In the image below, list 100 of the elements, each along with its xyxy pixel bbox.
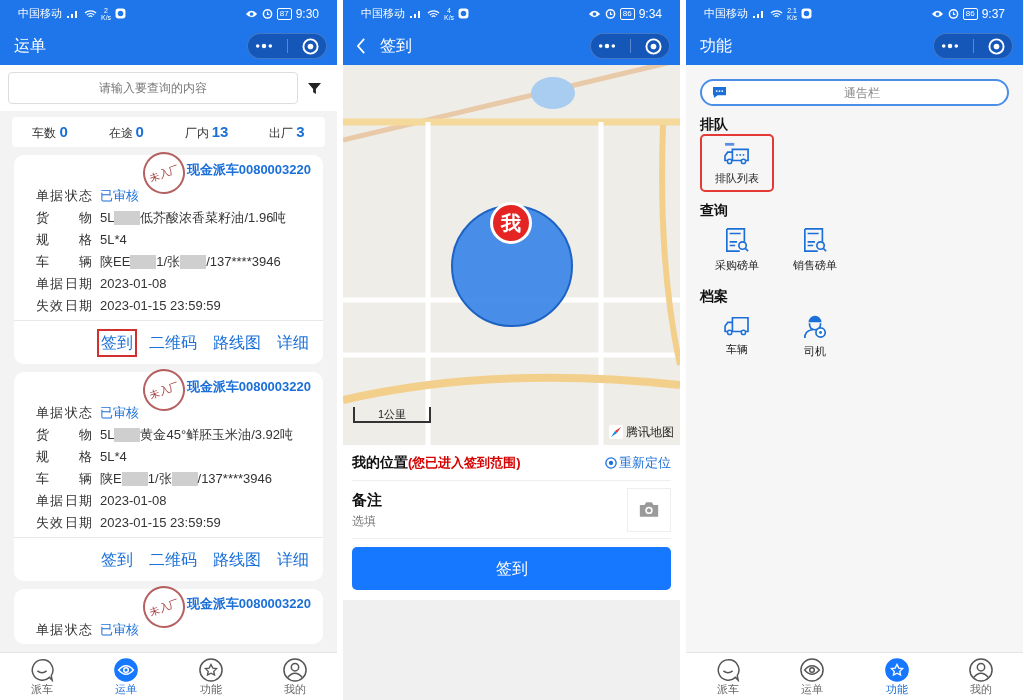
eye-icon — [244, 8, 258, 19]
signal-icon — [66, 8, 80, 19]
driver-icon — [802, 313, 828, 339]
remark-placeholder[interactable]: 选填 — [352, 511, 382, 530]
function-item[interactable]: 车辆 — [700, 306, 774, 364]
redacted-block — [114, 211, 141, 225]
tab-item[interactable]: 功能 — [854, 653, 939, 700]
signal-icon — [752, 8, 766, 19]
checkin-button[interactable]: 签到 — [352, 547, 671, 590]
chat-bubble-icon — [716, 657, 741, 682]
status-time: 9:37 — [981, 5, 1005, 23]
tab-item[interactable]: 我的 — [252, 653, 337, 700]
field-value: 2023-01-08 — [100, 275, 167, 294]
field-label: 单据状态 — [36, 621, 92, 640]
field-value: 已审核 — [100, 621, 139, 640]
map-drawing[interactable] — [343, 65, 680, 445]
close-icon[interactable] — [302, 37, 319, 55]
field-value: 2023-01-08 — [100, 492, 167, 511]
app-icon — [801, 8, 813, 19]
card-action-link[interactable]: 路线图 — [209, 545, 265, 574]
tab-item[interactable]: 我的 — [938, 653, 1023, 700]
section-title: 档案 — [700, 288, 729, 304]
field-value: 2023-01-15 23:59:59 — [100, 514, 221, 533]
relocate-button[interactable]: 重新定位 — [605, 452, 671, 473]
notice-bar[interactable]: 通告栏 — [700, 79, 1009, 106]
range-status: (您已进入签到范围) — [408, 453, 521, 472]
more-icon[interactable] — [598, 43, 616, 49]
back-icon[interactable] — [357, 38, 366, 54]
tab-item[interactable]: 功能 — [168, 653, 253, 700]
field-value: 陕EE — [100, 253, 131, 272]
field-value: 5L*4 — [100, 231, 127, 250]
location-label: 我的位置 — [352, 453, 408, 472]
tab-item[interactable]: 派车 — [686, 653, 771, 700]
stat-value: 13 — [211, 121, 229, 142]
field-value: 已审核 — [100, 187, 139, 206]
redacted-block — [171, 472, 198, 486]
field-value: 5L — [100, 426, 115, 445]
document-search-icon — [725, 227, 749, 253]
close-icon[interactable] — [645, 37, 662, 55]
more-icon[interactable] — [255, 43, 273, 49]
field-value: /137****3946 — [197, 470, 272, 489]
card-action-link[interactable]: 二维码 — [145, 328, 201, 357]
field-label: 车辆 — [36, 253, 92, 272]
signal-icon — [409, 8, 423, 19]
camera-icon — [638, 501, 660, 518]
field-label: 失效日期 — [36, 514, 92, 533]
status-time: 9:30 — [295, 5, 319, 23]
map-attribution: 腾讯地图 — [626, 424, 674, 441]
card-action-link[interactable]: 详细 — [273, 545, 313, 574]
alarm-icon — [947, 8, 959, 19]
stat-label: 在途 — [108, 124, 133, 142]
eye-icon — [587, 8, 601, 19]
field-label: 单据状态 — [36, 404, 92, 423]
tab-item[interactable]: 运单 — [84, 653, 169, 700]
page-title: 功能 — [700, 36, 732, 56]
app-icon — [458, 8, 470, 19]
field-value: 5L — [100, 209, 115, 228]
search-field[interactable]: 请输入要查询的内容 — [8, 72, 298, 104]
status-time: 9:34 — [638, 5, 662, 23]
notice-text: 通告栏 — [843, 84, 881, 102]
wifi-icon — [770, 8, 783, 19]
field-label: 规格 — [36, 448, 92, 467]
person-icon — [282, 657, 307, 682]
field-value: 黄金45°鲜胚玉米油/3.92吨 — [140, 426, 294, 445]
locate-icon — [605, 456, 617, 469]
field-value: /137****3946 — [206, 253, 281, 272]
alarm-icon — [604, 8, 616, 19]
chat-bubble-icon — [30, 657, 55, 682]
more-icon[interactable] — [941, 43, 959, 49]
tab-item[interactable]: 派车 — [0, 653, 85, 700]
eye-icon — [800, 657, 825, 682]
close-icon[interactable] — [988, 37, 1005, 55]
field-label: 单据状态 — [36, 187, 92, 206]
field-label: 货物 — [36, 426, 92, 445]
page-title: 签到 — [380, 36, 412, 56]
field-label: 失效日期 — [36, 297, 92, 316]
card-action-link[interactable]: 二维码 — [145, 545, 201, 574]
wifi-icon — [84, 8, 97, 19]
alarm-icon — [261, 8, 273, 19]
card-action-link[interactable]: 签到 — [97, 545, 137, 574]
app-icon — [115, 8, 127, 19]
card-action-link[interactable]: 详细 — [273, 328, 313, 357]
card-action-link[interactable]: 签到 — [97, 328, 137, 357]
function-item[interactable]: 采购磅单 — [700, 220, 774, 278]
redacted-block — [114, 428, 141, 442]
field-value: 1/张 — [147, 470, 172, 489]
function-item[interactable]: 司机 — [778, 306, 852, 364]
message-icon — [712, 86, 727, 99]
redacted-block — [180, 255, 207, 269]
function-item[interactable]: 排队列表 — [700, 134, 774, 192]
photo-button[interactable] — [627, 487, 671, 532]
map-scale: 1公里 — [353, 407, 431, 423]
function-item[interactable]: 销售磅单 — [778, 220, 852, 278]
person-icon — [968, 657, 993, 682]
battery-level: 86 — [619, 7, 635, 20]
filter-icon[interactable] — [308, 81, 321, 95]
eye-icon — [114, 657, 139, 682]
field-value: 1/张 — [156, 253, 181, 272]
tab-item[interactable]: 运单 — [770, 653, 855, 700]
card-action-link[interactable]: 路线图 — [209, 328, 265, 357]
